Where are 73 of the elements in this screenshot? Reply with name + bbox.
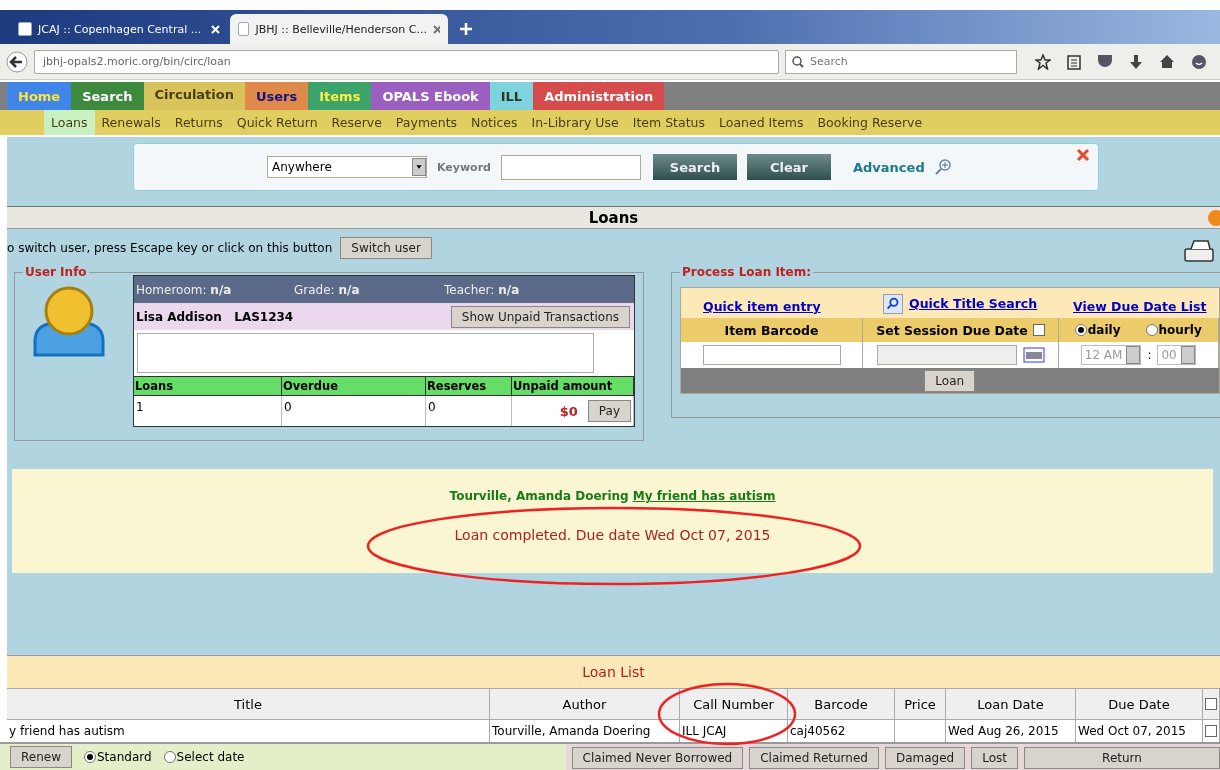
column-header: Barcode	[788, 688, 895, 720]
advanced-link[interactable]: Advanced	[853, 159, 925, 175]
quick-entry-link[interactable]: Quick item entry	[703, 299, 883, 314]
search-action-button[interactable]: Search	[653, 154, 737, 180]
subnav-tab[interactable]: Payments	[388, 110, 465, 135]
column-header: Title	[7, 688, 490, 720]
scope-dropdown[interactable]: Anywhere	[267, 156, 427, 178]
column-header: Loan Date	[946, 688, 1076, 720]
stats-header: Unpaid amount	[512, 376, 634, 396]
column-header: Author	[490, 688, 680, 720]
subnav-tab[interactable]: Loaned Items	[712, 110, 811, 135]
user-info-legend: User Info	[23, 265, 89, 279]
radio-label: Select date	[176, 750, 245, 764]
stats-cell: 1	[134, 396, 282, 426]
status-button[interactable]: Damaged	[884, 747, 966, 769]
subnav-tab[interactable]: In-Library Use	[524, 110, 626, 135]
loan-button[interactable]: Loan	[924, 369, 976, 392]
stats-cell: 0	[282, 396, 426, 426]
renew-button[interactable]: Renew	[10, 746, 72, 768]
keyword-label: Keyword	[437, 160, 491, 174]
radio-label: hourly	[1158, 323, 1202, 337]
search-field[interactable]: Search	[785, 49, 1017, 74]
unpaid-amount: $0	[559, 403, 578, 419]
column-header: Set Session Due Date	[876, 322, 1028, 338]
status-button[interactable]: Claimed Never Borrowed	[571, 747, 744, 769]
subnav-tab[interactable]: Notices	[464, 110, 525, 135]
nav-tab[interactable]: Administration	[533, 82, 665, 110]
status-button[interactable]: Claimed Returned	[749, 747, 879, 769]
radio-label: Standard	[97, 750, 152, 764]
page-title: Loans	[588, 208, 639, 227]
subnav-tab[interactable]: Item Status	[625, 110, 712, 135]
nav-tab[interactable]: Circulation	[143, 82, 245, 110]
subnav-tab[interactable]: Returns	[167, 110, 230, 135]
stats-header: Loans	[134, 376, 282, 396]
column-header: Item Barcode	[681, 318, 863, 342]
radio-label: daily	[1087, 323, 1121, 337]
switch-user-button[interactable]: Switch user	[340, 237, 432, 259]
time-separator: :	[1147, 348, 1152, 362]
return-button[interactable]: Return	[1024, 747, 1220, 769]
user-name: Lisa Addison LAS1234	[135, 309, 294, 324]
stats-header: Overdue	[282, 376, 426, 396]
author-text: Tourville, Amanda Doering	[449, 489, 629, 503]
search-action-button[interactable]: Clear	[747, 154, 831, 180]
nav-tab[interactable]: OPALS Ebook	[371, 82, 490, 110]
subnav-tab[interactable]: Loans	[44, 110, 95, 135]
status-message: Loan completed. Due date Wed Oct 07, 2015	[454, 527, 771, 543]
due-date-list-link[interactable]: View Due Date List	[1073, 299, 1207, 314]
nav-tab[interactable]: Users	[245, 82, 309, 110]
browser-tab[interactable]: JBHJ :: Belleville/Henderson C...	[230, 14, 448, 44]
loan-list-title: Loan List	[582, 664, 645, 680]
switch-hint: o switch user, press Escape key or click on this button	[7, 241, 333, 255]
stats-header: Reserves	[426, 376, 512, 396]
address-field[interactable]: jbhj-opals2.moric.org/bin/circ/loan	[34, 49, 779, 74]
nav-tab[interactable]: ILL	[489, 82, 534, 110]
column-header: Price	[895, 688, 946, 720]
column-header: Due Date	[1076, 688, 1203, 720]
column-header: Call Number	[680, 688, 788, 720]
user-field: Teacher: n/a	[442, 282, 592, 297]
status-button[interactable]: Lost	[971, 747, 1018, 769]
subnav-tab[interactable]: Reserve	[324, 110, 389, 135]
stats-cell: 0	[426, 396, 512, 426]
title-search-link[interactable]: Quick Title Search	[909, 295, 1038, 311]
subnav-tab[interactable]: Quick Return	[229, 110, 325, 135]
unpaid-transactions-button[interactable]: Show Unpaid Transactions	[450, 305, 630, 328]
user-field: Grade: n/a	[292, 282, 442, 297]
title-link[interactable]: My friend has autism	[632, 489, 776, 503]
process-loan-legend: Process Loan Item:	[680, 265, 814, 279]
pay-button[interactable]: Pay	[587, 400, 631, 422]
user-field: Homeroom: n/a	[134, 282, 292, 297]
subnav-tab[interactable]: Booking Reserve	[810, 110, 930, 135]
nav-tab[interactable]: Search	[71, 82, 144, 110]
subnav-tab[interactable]: Renewals	[94, 110, 168, 135]
browser-tab[interactable]: JCAJ :: Copenhagen Central ...	[10, 14, 228, 44]
